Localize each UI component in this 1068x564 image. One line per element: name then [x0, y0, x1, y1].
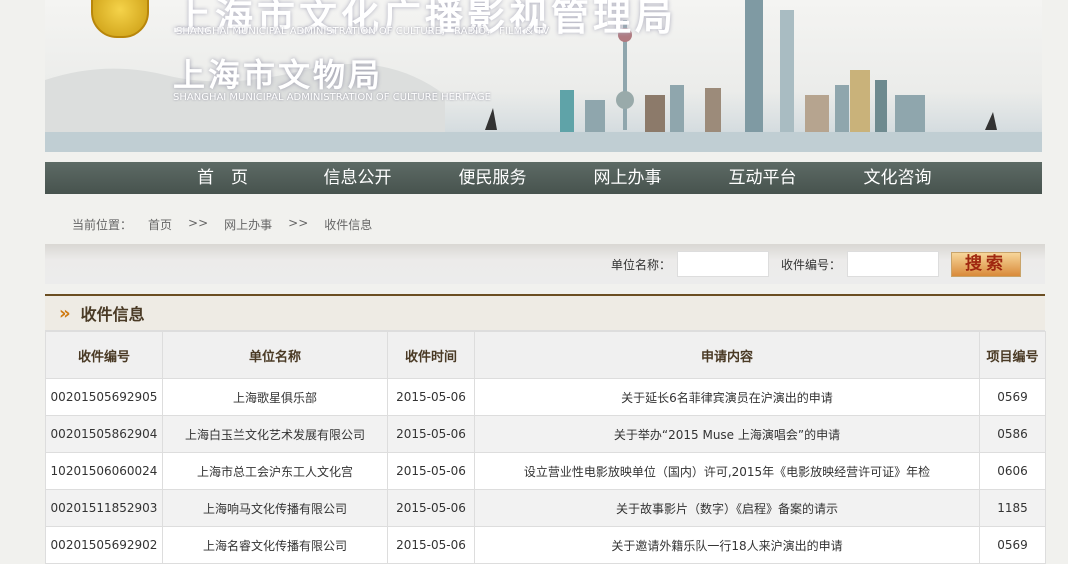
cell-content[interactable]: 关于举办“2015 Muse 上海演唱会”的申请: [474, 415, 980, 453]
col-unit-name: 单位名称: [162, 331, 388, 379]
panel-header: » 收件信息: [45, 296, 1045, 331]
breadcrumb-online-affairs[interactable]: 网上办事: [224, 216, 272, 233]
table-header-row: 收件编号 单位名称 收件时间 申请内容 项目编号: [45, 331, 1046, 379]
cell-receipt-id: 00201505692905: [45, 378, 163, 416]
search-button[interactable]: 搜索: [951, 251, 1021, 277]
nav-online-affairs[interactable]: 网上办事: [560, 162, 695, 194]
table-row[interactable]: 00201505692905 上海歌星俱乐部 2015-05-06 关于延长6名菲律宾…: [45, 378, 1046, 416]
table-row[interactable]: 00201511852903 上海响马文化传播有限公司 2015-05-06 关于故事…: [45, 489, 1046, 527]
col-project-id: 项目编号: [979, 331, 1046, 379]
cell-receipt-id: 00201505692902: [45, 526, 163, 564]
cell-receipt-id: 00201505862904: [45, 415, 163, 453]
cell-receipt-id: 00201511852903: [45, 489, 163, 527]
cell-project-id: 0606: [979, 452, 1046, 490]
breadcrumb-separator: >>: [288, 216, 309, 230]
cell-unit-name: 上海白玉兰文化艺术发展有限公司: [162, 415, 388, 453]
receipt-table: 收件编号 单位名称 收件时间 申请内容 项目编号 00201505692905 上…: [45, 331, 1046, 564]
receipt-id-label: 收件编号：: [780, 257, 841, 272]
cell-receipt-time: 2015-05-06: [387, 489, 475, 527]
breadcrumb-current: 收件信息: [324, 218, 373, 232]
breadcrumb-separator: >>: [188, 216, 209, 230]
cell-content[interactable]: 关于故事影片（数字）《启程》备案的请示: [474, 489, 980, 527]
table-row[interactable]: 00201505862904 上海白玉兰文化艺术发展有限公司 2015-05-06 关…: [45, 415, 1046, 453]
nav-info-public[interactable]: 信息公开: [290, 162, 425, 194]
cell-receipt-time: 2015-05-06: [387, 452, 475, 490]
breadcrumb-home[interactable]: 首页: [148, 216, 172, 233]
table-row[interactable]: 10201506060024 上海市总工会沪东工人文化宫 2015-05-06 设立营…: [45, 452, 1046, 490]
cell-project-id: 0569: [979, 378, 1046, 416]
breadcrumb: 当前位置： 首页 >> 网上办事 >> 收件信息: [72, 216, 372, 233]
header-banner: 上海市文化广播影视管理局 SHANGHAI MUNICIPAL ADMINIST…: [45, 0, 1042, 152]
unit-name-label: 单位名称：: [610, 257, 671, 272]
receipt-panel: » 收件信息 收件编号 单位名称 收件时间 申请内容 项目编号 00201505…: [45, 294, 1046, 564]
cell-project-id: 0569: [979, 526, 1046, 564]
cell-content[interactable]: 设立营业性电影放映单位（国内）许可,2015年《电影放映经营许可证》年检: [474, 452, 980, 490]
cell-project-id: 0586: [979, 415, 1046, 453]
col-receipt-id: 收件编号: [45, 331, 163, 379]
nav-interaction[interactable]: 互动平台: [695, 162, 830, 194]
cell-receipt-time: 2015-05-06: [387, 378, 475, 416]
table-row[interactable]: 00201505692902 上海名睿文化传播有限公司 2015-05-06 关于邀请…: [45, 526, 1046, 564]
search-bar: 单位名称： 收件编号： 搜索: [45, 244, 1045, 284]
nav-consult[interactable]: 文化咨询: [830, 162, 965, 194]
heritage-title: 上海市文物局: [173, 56, 384, 94]
cell-unit-name: 上海响马文化传播有限公司: [162, 489, 388, 527]
panel-title: 收件信息: [80, 305, 145, 324]
cell-unit-name: 上海歌星俱乐部: [162, 378, 388, 416]
cell-content[interactable]: 关于延长6名菲律宾演员在沪演出的申请: [474, 378, 980, 416]
cell-receipt-time: 2015-05-06: [387, 526, 475, 564]
cell-project-id: 1185: [979, 489, 1046, 527]
col-content: 申请内容: [474, 331, 980, 379]
bureau-subtitle: SHANGHAI MUNICIPAL ADMINISTRATION OF CUL…: [176, 26, 550, 37]
main-nav: 首 页 信息公开 便民服务 网上办事 互动平台 文化咨询: [45, 162, 1042, 194]
cell-unit-name: 上海市总工会沪东工人文化宫: [162, 452, 388, 490]
col-receipt-time: 收件时间: [387, 331, 475, 379]
nav-services[interactable]: 便民服务: [425, 162, 560, 194]
cell-receipt-id: 10201506060024: [45, 452, 163, 490]
receipt-id-input[interactable]: [847, 251, 939, 277]
cell-unit-name: 上海名睿文化传播有限公司: [162, 526, 388, 564]
cell-receipt-time: 2015-05-06: [387, 415, 475, 453]
unit-name-input[interactable]: [676, 251, 769, 277]
nav-home[interactable]: 首 页: [155, 162, 290, 194]
heritage-subtitle: SHANGHAI MUNICIPAL ADMINISTRATION OF CUL…: [173, 92, 491, 103]
cell-content[interactable]: 关于邀请外籍乐队一行18人来沪演出的申请: [474, 526, 980, 564]
double-chevron-icon: »: [59, 302, 71, 324]
breadcrumb-label: 当前位置：: [72, 218, 133, 232]
